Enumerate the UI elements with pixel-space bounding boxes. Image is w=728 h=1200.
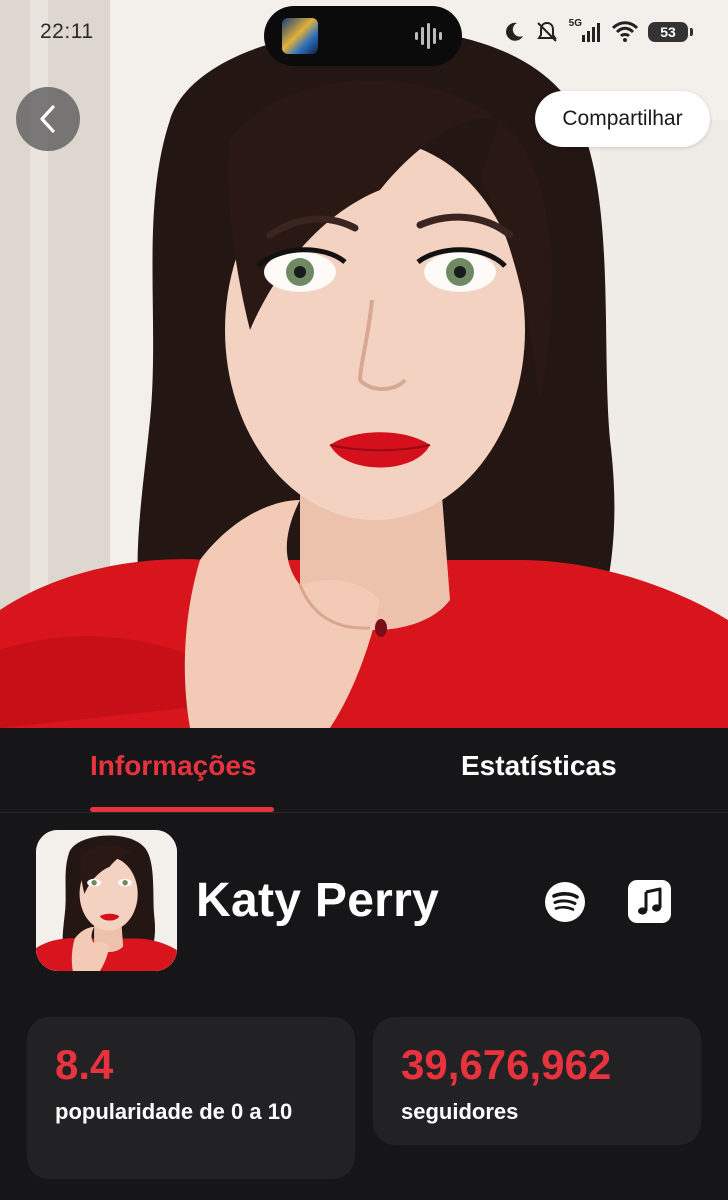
now-playing-artwork [282, 18, 318, 54]
silent-icon [536, 21, 557, 42]
network-type: 5G [568, 17, 582, 29]
wifi-icon [612, 21, 638, 42]
back-button[interactable] [16, 87, 80, 151]
battery-level: 53 [660, 24, 676, 40]
apple-music-icon [637, 887, 661, 915]
status-bar: 22:11 5G 53 [0, 0, 728, 66]
popularity-card: 8.4 popularidade de 0 a 10 [27, 1017, 355, 1179]
status-icons: 5G 53 [503, 16, 693, 48]
share-button[interactable]: Compartilhar [535, 91, 710, 147]
spotify-button[interactable] [544, 881, 586, 923]
popularity-label: popularidade de 0 a 10 [55, 1099, 293, 1124]
signal-icon [582, 23, 600, 42]
tab-bar: Informações Estatísticas [0, 728, 728, 813]
dynamic-island [264, 6, 462, 66]
status-time: 22:11 [40, 20, 94, 43]
popularity-value: 8.4 [55, 1041, 114, 1088]
battery-icon: 53 [648, 22, 693, 42]
spotify-icon [545, 882, 585, 922]
chevron-left-icon [40, 105, 55, 133]
active-tab-indicator [90, 807, 274, 812]
tab-informacoes[interactable]: Informações [90, 750, 257, 782]
tab-estatisticas[interactable]: Estatísticas [461, 750, 617, 782]
moon-icon [505, 22, 523, 41]
followers-value: 39,676,962 [401, 1041, 612, 1088]
apple-music-button[interactable] [628, 880, 671, 923]
artist-avatar [36, 830, 177, 971]
followers-label: seguidores [401, 1099, 519, 1124]
followers-card: 39,676,962 seguidores [373, 1017, 701, 1145]
artist-name: Katy Perry [196, 874, 440, 927]
audio-wave-icon [415, 23, 442, 49]
